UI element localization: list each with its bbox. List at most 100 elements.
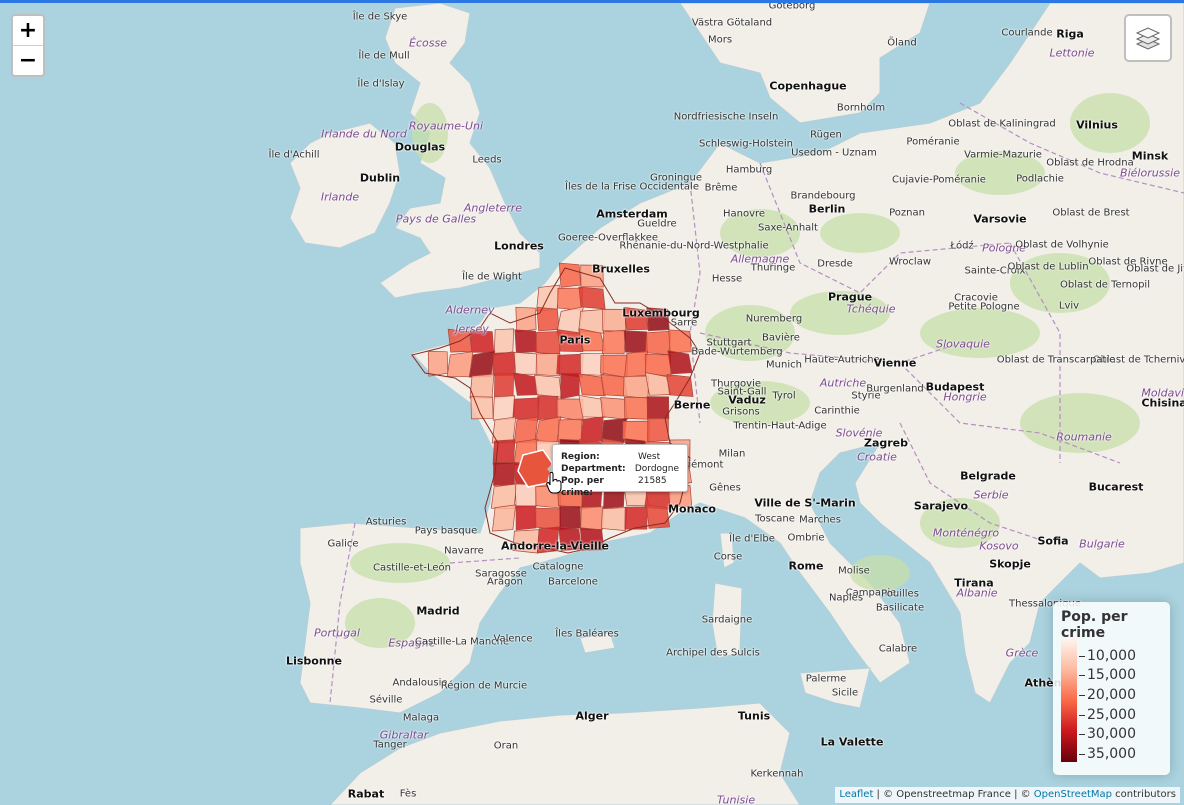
department-polygon[interactable]: [558, 262, 582, 288]
place-label: Calabre: [878, 643, 918, 655]
department-polygon[interactable]: [600, 397, 628, 420]
place-label: Lisbonne: [286, 654, 342, 668]
place-label: Andorre-la-Vieille: [501, 539, 609, 553]
department-polygon[interactable]: [537, 395, 559, 421]
department-polygon[interactable]: [644, 330, 672, 356]
department-polygon[interactable]: [492, 395, 516, 421]
place-label: Corse: [713, 551, 743, 563]
place-label: Hamburg: [725, 164, 773, 176]
place-label: Castille-et-León: [372, 562, 452, 574]
place-label: Kosovo: [979, 539, 1019, 553]
place-label: Milan: [718, 448, 746, 460]
hand-cursor-icon: [546, 472, 562, 494]
department-polygon[interactable]: [580, 506, 604, 530]
department-polygon[interactable]: [623, 330, 649, 354]
department-polygon[interactable]: [535, 353, 561, 377]
department-polygon[interactable]: [493, 462, 515, 486]
place-label: Skopje: [989, 557, 1031, 571]
department-polygon[interactable]: [536, 306, 560, 332]
place-label: Rügen: [810, 129, 842, 141]
department-polygon[interactable]: [468, 350, 496, 378]
department-polygon[interactable]: [624, 506, 648, 530]
department-polygon[interactable]: [624, 350, 648, 378]
place-label: Serbie: [973, 488, 1009, 502]
department-polygon[interactable]: [493, 372, 515, 400]
place-label: Łódź: [950, 240, 974, 252]
place-label: Varsovie: [973, 212, 1027, 226]
department-polygon[interactable]: [557, 418, 583, 443]
place-label: Gênes: [709, 482, 741, 494]
department-polygon[interactable]: [492, 504, 516, 532]
place-label: Oblast de Ternopil: [1060, 279, 1150, 291]
department-polygon[interactable]: [513, 416, 539, 444]
department-polygon[interactable]: [623, 375, 649, 399]
place-label: Archipel des Sulcis: [666, 647, 760, 659]
place-label: Rhénanie-du-Nord-Westphalie: [619, 240, 769, 252]
department-polygon[interactable]: [469, 373, 495, 399]
leaflet-link[interactable]: Leaflet: [839, 789, 873, 800]
department-polygon[interactable]: [534, 374, 562, 398]
place-label: Autriche: [819, 376, 867, 390]
place-label: Grèce: [1005, 646, 1039, 660]
legend-title: Pop. per crime: [1061, 609, 1128, 641]
department-polygon[interactable]: [427, 350, 449, 377]
department-polygon[interactable]: [646, 396, 670, 420]
zoom-in-button[interactable]: +: [13, 16, 43, 46]
place-label: Londres: [494, 239, 544, 253]
department-polygon[interactable]: [646, 504, 670, 529]
department-polygon[interactable]: [666, 374, 694, 397]
place-label: Västra Götaland: [691, 17, 773, 29]
department-polygon[interactable]: [513, 351, 539, 375]
department-polygon[interactable]: [624, 396, 648, 420]
place-label: Thuringe: [750, 262, 796, 274]
zoom-out-button[interactable]: −: [13, 46, 43, 75]
department-polygon[interactable]: [559, 505, 581, 530]
place-label: Toscane: [755, 513, 795, 525]
place-label: Rome: [788, 559, 824, 573]
department-polygon[interactable]: [493, 328, 515, 356]
department-polygon[interactable]: [578, 286, 606, 310]
place-label: Île de Mull: [358, 50, 410, 62]
department-polygon[interactable]: [580, 416, 604, 444]
legend-tick: [1079, 734, 1085, 736]
place-label: Monténégro: [932, 526, 1000, 540]
department-polygon[interactable]: [601, 329, 627, 355]
place-label: Nuremberg: [745, 313, 803, 325]
department-polygon[interactable]: [515, 505, 537, 531]
legend-tick-label: 20,000: [1087, 687, 1136, 704]
place-label: Écosse: [409, 36, 447, 50]
place-label: Riga: [1056, 27, 1084, 41]
department-polygon[interactable]: [560, 372, 580, 400]
place-label: Pays de Galles: [395, 212, 477, 226]
department-polygon[interactable]: [600, 373, 628, 397]
place-label: Bade-Wurtemberg: [691, 346, 783, 358]
department-polygon[interactable]: [557, 287, 583, 311]
place-label: Haute-Autriche: [804, 354, 880, 366]
legend-tick: [1079, 655, 1085, 657]
department-polygon[interactable]: [535, 331, 561, 355]
department-polygon[interactable]: [514, 329, 538, 354]
tooltip-value: 21585: [638, 476, 667, 486]
place-label: Aragon: [487, 576, 523, 588]
department-polygon[interactable]: [601, 507, 627, 532]
department-polygon[interactable]: [579, 353, 605, 376]
place-label: Groningue: [649, 172, 703, 184]
department-polygon[interactable]: [514, 483, 538, 508]
layers-control-button[interactable]: [1124, 14, 1172, 62]
place-label: Molise: [838, 565, 870, 577]
place-label: Région de Murcie: [440, 680, 528, 692]
place-label: Portugal: [314, 626, 360, 640]
place-label: Schleswig-Holstein: [698, 138, 794, 150]
place-label: Royaume-Uni: [408, 119, 484, 133]
osm-link[interactable]: OpenStreetMap: [1034, 789, 1112, 800]
department-polygon[interactable]: [492, 351, 516, 377]
layers-icon: [1135, 27, 1161, 50]
department-polygon[interactable]: [446, 351, 474, 378]
map-canvas[interactable]: Île de Skye Écosse Île de Mull Île d'Islay R…: [0, 3, 1184, 805]
tooltip-key: Pop. per crime:: [561, 476, 604, 498]
department-polygon[interactable]: [667, 350, 693, 375]
tooltip-value: Dordogne: [634, 464, 679, 474]
department-polygon[interactable]: [668, 329, 692, 354]
place-label: Podlachie: [1016, 173, 1064, 185]
tooltip-row-region: Region: West: [561, 451, 679, 463]
